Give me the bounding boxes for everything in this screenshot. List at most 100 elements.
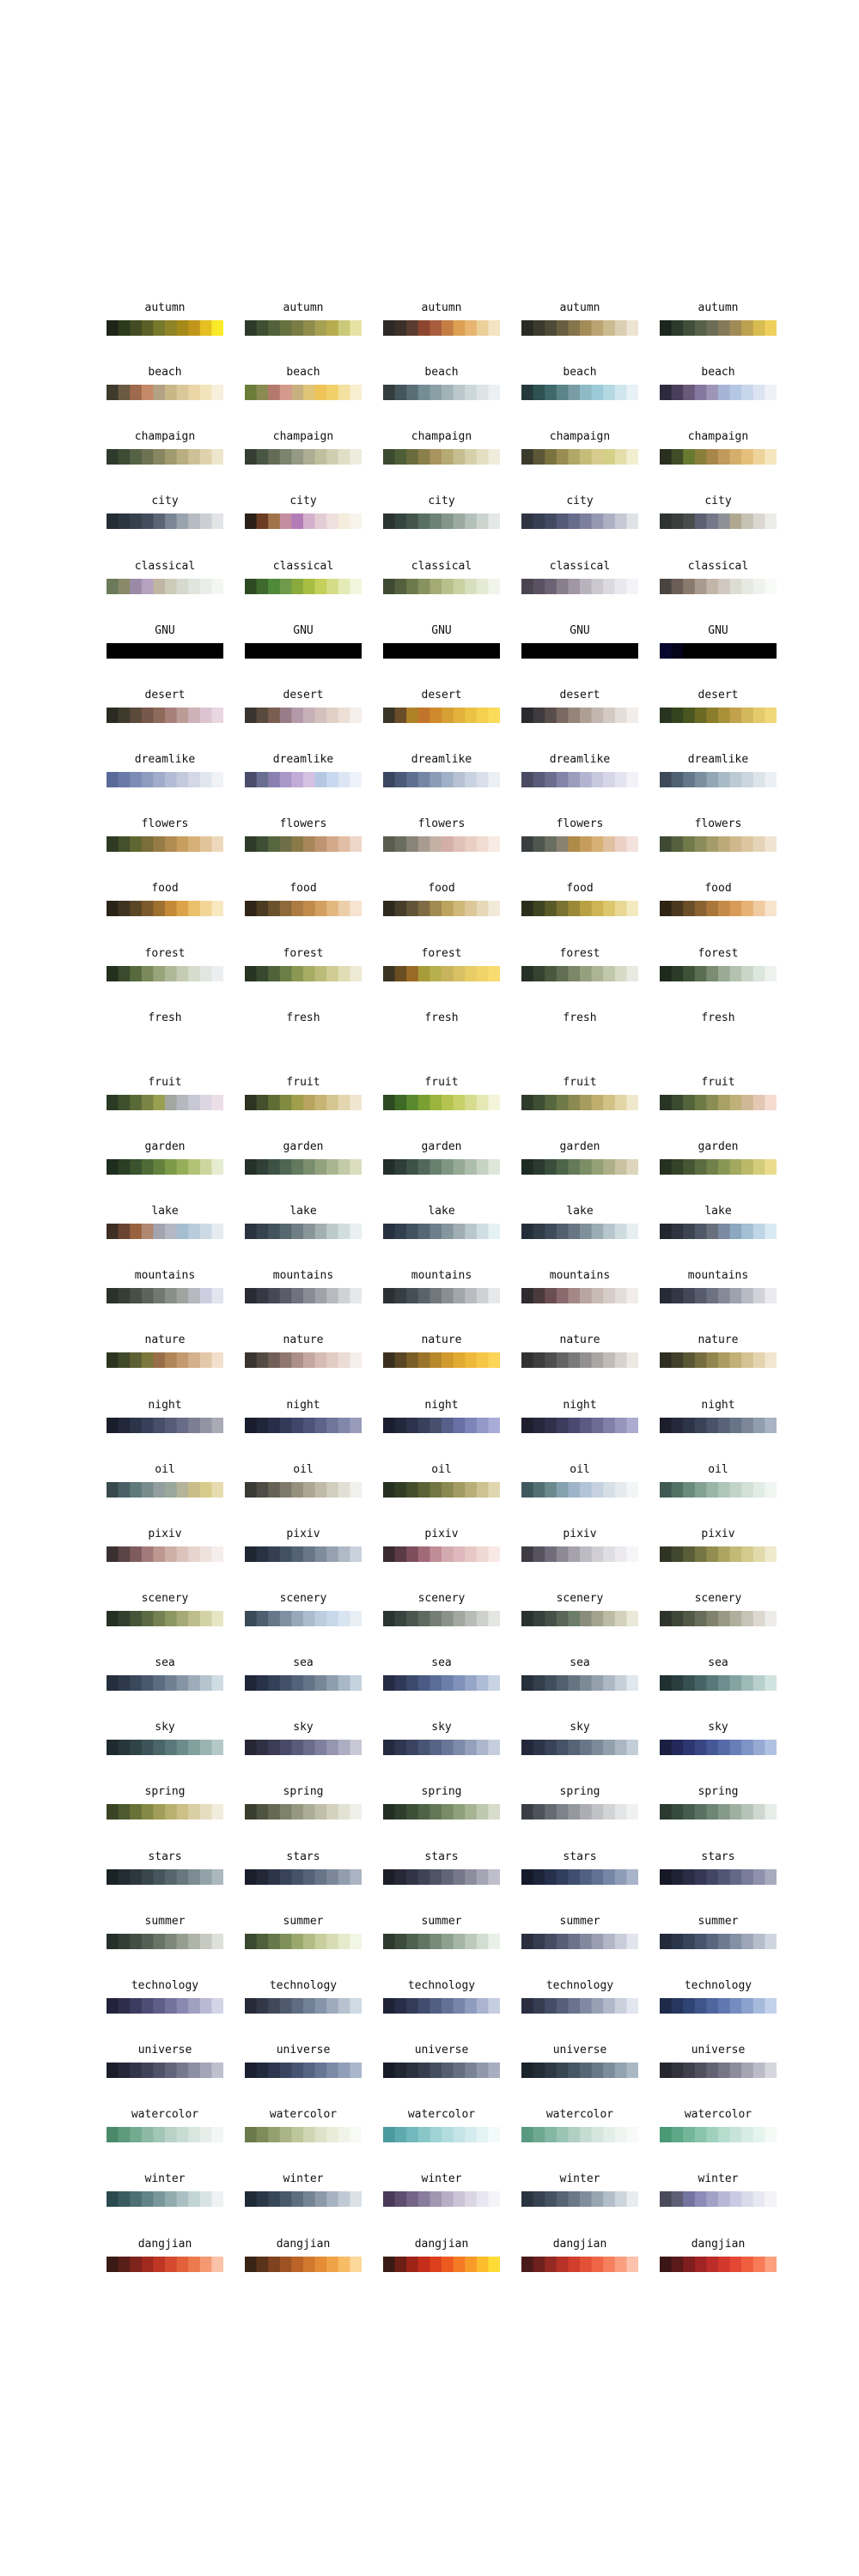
palette-cell-GNU-2: GNU bbox=[245, 624, 362, 676]
palette-strip bbox=[383, 643, 500, 659]
palette-cell-mountains-3: mountains bbox=[383, 1269, 500, 1321]
palette-strip bbox=[383, 2127, 500, 2142]
palette-cell-sea-1: sea bbox=[107, 1656, 223, 1708]
palette-swatch bbox=[671, 320, 684, 336]
palette-strip bbox=[660, 772, 777, 787]
palette-swatch bbox=[394, 643, 407, 659]
palette-swatch bbox=[141, 1224, 154, 1239]
palette-label: desert bbox=[559, 689, 600, 702]
palette-swatch bbox=[211, 2063, 223, 2078]
palette-swatch bbox=[752, 1934, 765, 1949]
palette-strip bbox=[660, 449, 777, 465]
palette-label: spring bbox=[698, 1785, 739, 1798]
palette-swatch bbox=[545, 1740, 557, 1755]
palette-swatch bbox=[107, 1869, 119, 1885]
palette-swatch bbox=[671, 513, 684, 529]
palette-swatch bbox=[545, 2127, 557, 2142]
palette-label: universe bbox=[552, 2044, 607, 2057]
palette-swatch bbox=[314, 320, 327, 336]
palette-label: mountains bbox=[549, 1269, 611, 1282]
palette-swatch bbox=[521, 1804, 534, 1820]
palette-swatch bbox=[660, 1482, 673, 1498]
palette-swatch bbox=[245, 1675, 258, 1691]
palette-swatch bbox=[188, 1030, 201, 1046]
palette-swatch bbox=[107, 708, 119, 723]
palette-swatch bbox=[453, 1159, 466, 1175]
palette-swatch bbox=[417, 772, 430, 787]
palette-swatch bbox=[350, 836, 362, 852]
palette-swatch bbox=[107, 579, 119, 594]
palette-swatch bbox=[303, 1998, 316, 2014]
palette-swatch bbox=[614, 1288, 627, 1303]
palette-swatch bbox=[741, 1030, 754, 1046]
palette-swatch bbox=[476, 1352, 489, 1368]
palette-cell-lake-3: lake bbox=[383, 1205, 500, 1256]
palette-swatch bbox=[256, 1482, 269, 1498]
palette-swatch bbox=[291, 1804, 304, 1820]
palette-cell-lake-5: lake bbox=[660, 1205, 777, 1256]
palette-swatch bbox=[568, 1546, 581, 1562]
palette-swatch bbox=[626, 2191, 638, 2207]
palette-label: flowers bbox=[279, 817, 327, 830]
palette-swatch bbox=[752, 1352, 765, 1368]
palette-swatch bbox=[417, 1352, 430, 1368]
palette-cell-sea-4: sea bbox=[521, 1656, 638, 1708]
palette-swatch bbox=[326, 1224, 339, 1239]
palette-swatch bbox=[706, 1675, 719, 1691]
palette-swatch bbox=[199, 1418, 212, 1433]
palette-swatch bbox=[765, 1998, 777, 2014]
palette-strip bbox=[383, 1288, 500, 1303]
palette-swatch bbox=[765, 1095, 777, 1110]
palette-swatch bbox=[326, 2257, 339, 2272]
palette-swatch bbox=[453, 1804, 466, 1820]
palette-strip bbox=[383, 2063, 500, 2078]
palette-strip bbox=[660, 513, 777, 529]
palette-swatch bbox=[430, 772, 442, 787]
palette-swatch bbox=[465, 1418, 478, 1433]
palette-swatch bbox=[256, 966, 269, 981]
palette-cell-garden-1: garden bbox=[107, 1140, 223, 1192]
palette-swatch bbox=[729, 1675, 742, 1691]
palette-strip bbox=[521, 1934, 638, 1949]
palette-swatch bbox=[568, 772, 581, 787]
palette-swatch bbox=[465, 579, 478, 594]
palette-strip bbox=[660, 579, 777, 594]
palette-swatch bbox=[533, 579, 545, 594]
palette-swatch bbox=[718, 1288, 731, 1303]
palette-swatch bbox=[442, 836, 454, 852]
palette-strip bbox=[660, 1482, 777, 1498]
palette-swatch bbox=[533, 1998, 545, 2014]
palette-swatch bbox=[533, 836, 545, 852]
palette-swatch bbox=[153, 1740, 166, 1755]
palette-swatch bbox=[729, 1934, 742, 1949]
palette-cell-summer-5: summer bbox=[660, 1915, 777, 1966]
palette-swatch bbox=[118, 1418, 131, 1433]
palette-swatch bbox=[130, 579, 143, 594]
palette-swatch bbox=[314, 1030, 327, 1046]
palette-label: forest bbox=[421, 947, 462, 960]
palette-strip bbox=[660, 2191, 777, 2207]
palette-swatch bbox=[671, 2127, 684, 2142]
palette-swatch bbox=[107, 1740, 119, 1755]
palette-cell-forest-2: forest bbox=[245, 947, 362, 999]
palette-swatch bbox=[291, 1159, 304, 1175]
palette-swatch bbox=[314, 1159, 327, 1175]
palette-strip bbox=[383, 1546, 500, 1562]
palette-strip bbox=[245, 1998, 362, 2014]
palette-swatch bbox=[279, 1869, 292, 1885]
palette-swatch bbox=[556, 513, 569, 529]
palette-swatch bbox=[683, 1804, 696, 1820]
palette-label: scenery bbox=[417, 1592, 466, 1605]
palette-swatch bbox=[350, 1869, 362, 1885]
palette-swatch bbox=[141, 1546, 154, 1562]
palette-swatch bbox=[268, 1611, 281, 1626]
palette-swatch bbox=[591, 320, 604, 336]
palette-swatch bbox=[533, 449, 545, 465]
palette-swatch bbox=[130, 1546, 143, 1562]
palette-label: mountains bbox=[134, 1269, 196, 1282]
palette-swatch bbox=[394, 385, 407, 400]
palette-swatch bbox=[406, 1934, 419, 1949]
palette-swatch bbox=[314, 2257, 327, 2272]
palette-swatch bbox=[765, 2127, 777, 2142]
palette-swatch bbox=[245, 385, 258, 400]
